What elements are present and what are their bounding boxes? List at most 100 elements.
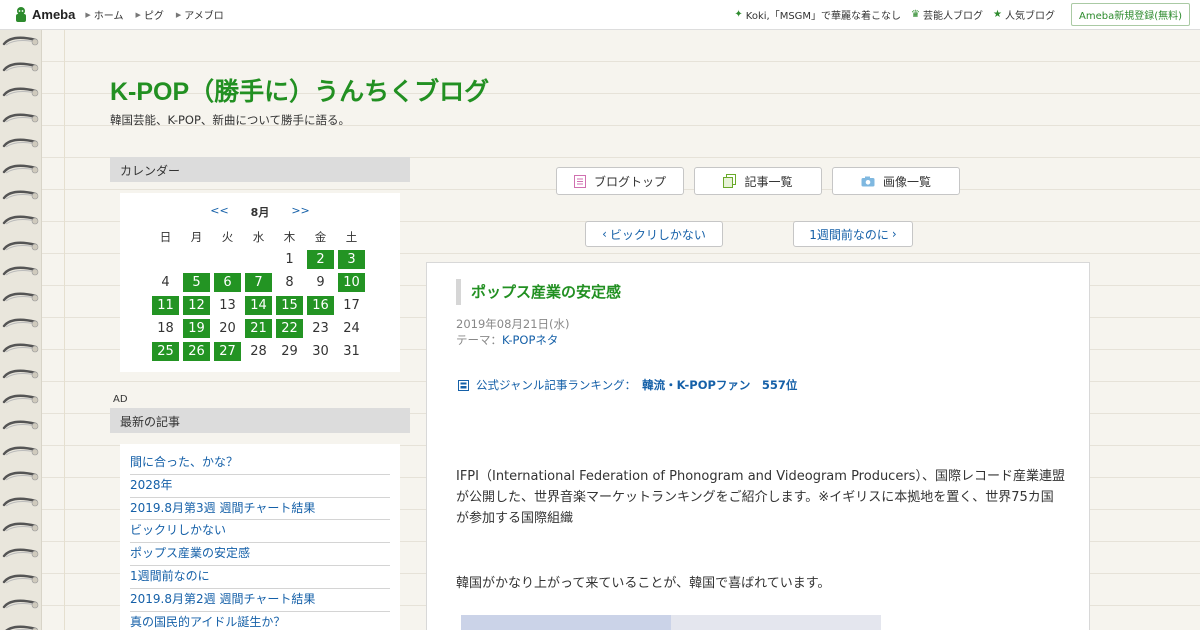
recent-article-link[interactable]: 真の国民的アイドル誕生か？ [130, 612, 390, 630]
blog-top-label: ブログトップ [593, 174, 666, 189]
calendar-day-link[interactable]: 19 [183, 319, 210, 338]
ameba-logo-icon [16, 6, 26, 22]
recent-articles-list: 間に合った、かな？ 2028年 2019.8月第3週 週間チャート結果 ビックリしかな… [120, 444, 400, 630]
image-list-label: 画像一覧 [882, 174, 931, 189]
spiral-ring [2, 369, 39, 379]
spiral-ring [2, 36, 39, 46]
calendar-day: 30 [312, 344, 329, 359]
calendar-day-link[interactable]: 14 [245, 296, 272, 315]
calendar-day-link[interactable]: 2 [307, 250, 334, 269]
calendar-day-link[interactable]: 5 [183, 273, 210, 292]
article-list-label: 記事一覧 [744, 174, 793, 189]
notebook-margin-line [64, 30, 65, 630]
image-list-button[interactable]: 画像一覧 [832, 167, 960, 195]
caret-right-icon: ▶ [135, 10, 141, 19]
calendar-day: 8 [285, 275, 294, 290]
spiral-ring [2, 87, 39, 97]
popular-blog-link[interactable]: ★ 人気ブログ [993, 7, 1055, 22]
calendar-week-row: 11 12 13 14 15 16 17 [152, 296, 369, 319]
calendar-day-link[interactable]: 10 [338, 273, 365, 292]
recent-article-link[interactable]: ビックリしかない [130, 520, 390, 544]
topbar-right: ✦ Koki,「MSGM」で華麗な着こなし ♛ 芸能人ブログ ★ 人気ブログ Ameb… [724, 3, 1190, 26]
calendar-day [214, 250, 241, 269]
calendar-day-link[interactable]: 7 [245, 273, 272, 292]
calendar-day-link[interactable]: 25 [152, 342, 179, 361]
celeb-blog-link[interactable]: ♛ 芸能人ブログ [911, 7, 983, 22]
spiral-ring [2, 599, 39, 609]
calendar-grid: 日月火水木金土 1 2 3 4 5 6 7 8 9 10 11 12 13 14 15 16 17 18 19 20 21… [152, 227, 369, 365]
calendar-day-link[interactable]: 6 [214, 273, 241, 292]
celeb-blog-label: 芸能人ブログ [923, 11, 984, 22]
article-paragraph-1: IFPI（International Federation of Phonogr… [456, 469, 1065, 526]
article: ポップス産業の安定感 2019年08月21日(水) テーマ：K-POPネタ 公式… [426, 262, 1090, 630]
article-chart-image [461, 615, 881, 630]
calendar-nav: << 8月 >> [120, 204, 400, 220]
signup-button[interactable]: Ameba新規登録(無料) [1070, 3, 1190, 26]
calendar-day [183, 250, 210, 269]
recent-article-link[interactable]: ポップス産業の安定感 [130, 543, 390, 566]
recent-article-link[interactable]: 2019.8月第3週 週間チャート結果 [130, 498, 390, 521]
article-theme-link[interactable]: K-POPネタ [502, 333, 558, 347]
spiral-ring [2, 215, 39, 225]
article-ranking[interactable]: 公式ジャンル記事ランキング： 韓流・K-POPファン 557位 [458, 377, 797, 393]
ranking-label: 公式ジャンル記事ランキング： [476, 378, 637, 392]
prev-article-button[interactable]: ‹ ビックリしかない [585, 221, 723, 247]
calendar-day-link[interactable]: 3 [338, 250, 365, 269]
spiral-ring [2, 292, 39, 302]
ranking-icon [458, 379, 469, 391]
calendar-month: 8月 [250, 206, 270, 219]
calendar-day-link[interactable]: 12 [183, 296, 210, 315]
calendar-heading: カレンダー [110, 157, 410, 182]
top-navigation-bar: Ameba ▶ ホーム ▶ ピグ ▶ アメブロ ✦ Koki,「MSGM」で華麗な着こな… [0, 0, 1200, 30]
caret-right-icon: ▶ [175, 10, 182, 19]
spiral-ring [2, 164, 39, 174]
article-list-button[interactable]: 記事一覧 [694, 167, 822, 195]
calendar-weekday: 月 [190, 229, 203, 244]
blog-top-button[interactable]: ブログトップ [556, 167, 684, 195]
spiral-ring [2, 471, 39, 481]
calendar-day-link[interactable]: 11 [152, 296, 179, 315]
calendar-weekday: 木 [283, 229, 296, 244]
spiral-ring [2, 138, 39, 148]
topnav-ameblo[interactable]: ▶ アメブロ [175, 7, 224, 23]
sparkle-icon: ✦ [734, 9, 743, 20]
spiral-ring [2, 241, 39, 251]
recent-article-link[interactable]: 2019.8月第2週 週間チャート結果 [130, 589, 390, 612]
calendar-day: 31 [343, 344, 360, 359]
copy-documents-icon [723, 174, 737, 188]
calendar-day-link[interactable]: 27 [214, 342, 241, 361]
article-title[interactable]: ポップス産業の安定感 [456, 279, 621, 305]
calendar-week-row: 25 26 27 28 29 30 31 [152, 342, 369, 365]
calendar-day: 24 [343, 321, 360, 336]
topnav-home[interactable]: ▶ ホーム [85, 7, 123, 23]
topnav-pigg[interactable]: ▶ ピグ [135, 7, 163, 23]
calendar-day-link[interactable]: 22 [276, 319, 303, 338]
calendar-day: 29 [281, 344, 298, 359]
recent-article-link[interactable]: 1週間前なのに [130, 566, 390, 589]
ameba-logo[interactable]: Ameba [12, 6, 75, 24]
calendar-day-link[interactable]: 21 [245, 319, 272, 338]
calendar-day-link[interactable]: 15 [276, 296, 303, 315]
calendar-prev-link[interactable]: << [210, 204, 228, 220]
calendar-day: 23 [312, 321, 329, 336]
blog-description: 韓国芸能、K-POP、新曲について勝手に語る。 [110, 113, 351, 127]
calendar-day-link[interactable]: 26 [183, 342, 210, 361]
spiral-ring [2, 266, 39, 276]
popular-blog-label: 人気ブログ [1004, 11, 1055, 22]
document-list-icon [573, 174, 586, 188]
calendar-day: 18 [157, 321, 174, 336]
next-article-button[interactable]: 1週間前なのに › [793, 221, 913, 247]
calendar-day-link[interactable]: 16 [307, 296, 334, 315]
blog-title[interactable]: K-POP（勝手に）うんちくブログ [110, 72, 489, 108]
spiral-ring [2, 446, 39, 456]
calendar-day: 4 [161, 275, 170, 290]
recent-article-link[interactable]: 2028年 [130, 475, 390, 498]
ad-label: AD [113, 394, 128, 405]
calendar-next-link[interactable]: >> [291, 204, 309, 220]
spiral-ring [2, 343, 39, 353]
promo-link[interactable]: ✦ Koki,「MSGM」で華麗な着こなし [734, 7, 901, 22]
article-theme-label: テーマ： [456, 333, 502, 347]
recent-article-link[interactable]: 間に合った、かな？ [130, 452, 390, 475]
spiral-ring [2, 497, 39, 507]
caret-right-icon: ▶ [85, 10, 91, 19]
